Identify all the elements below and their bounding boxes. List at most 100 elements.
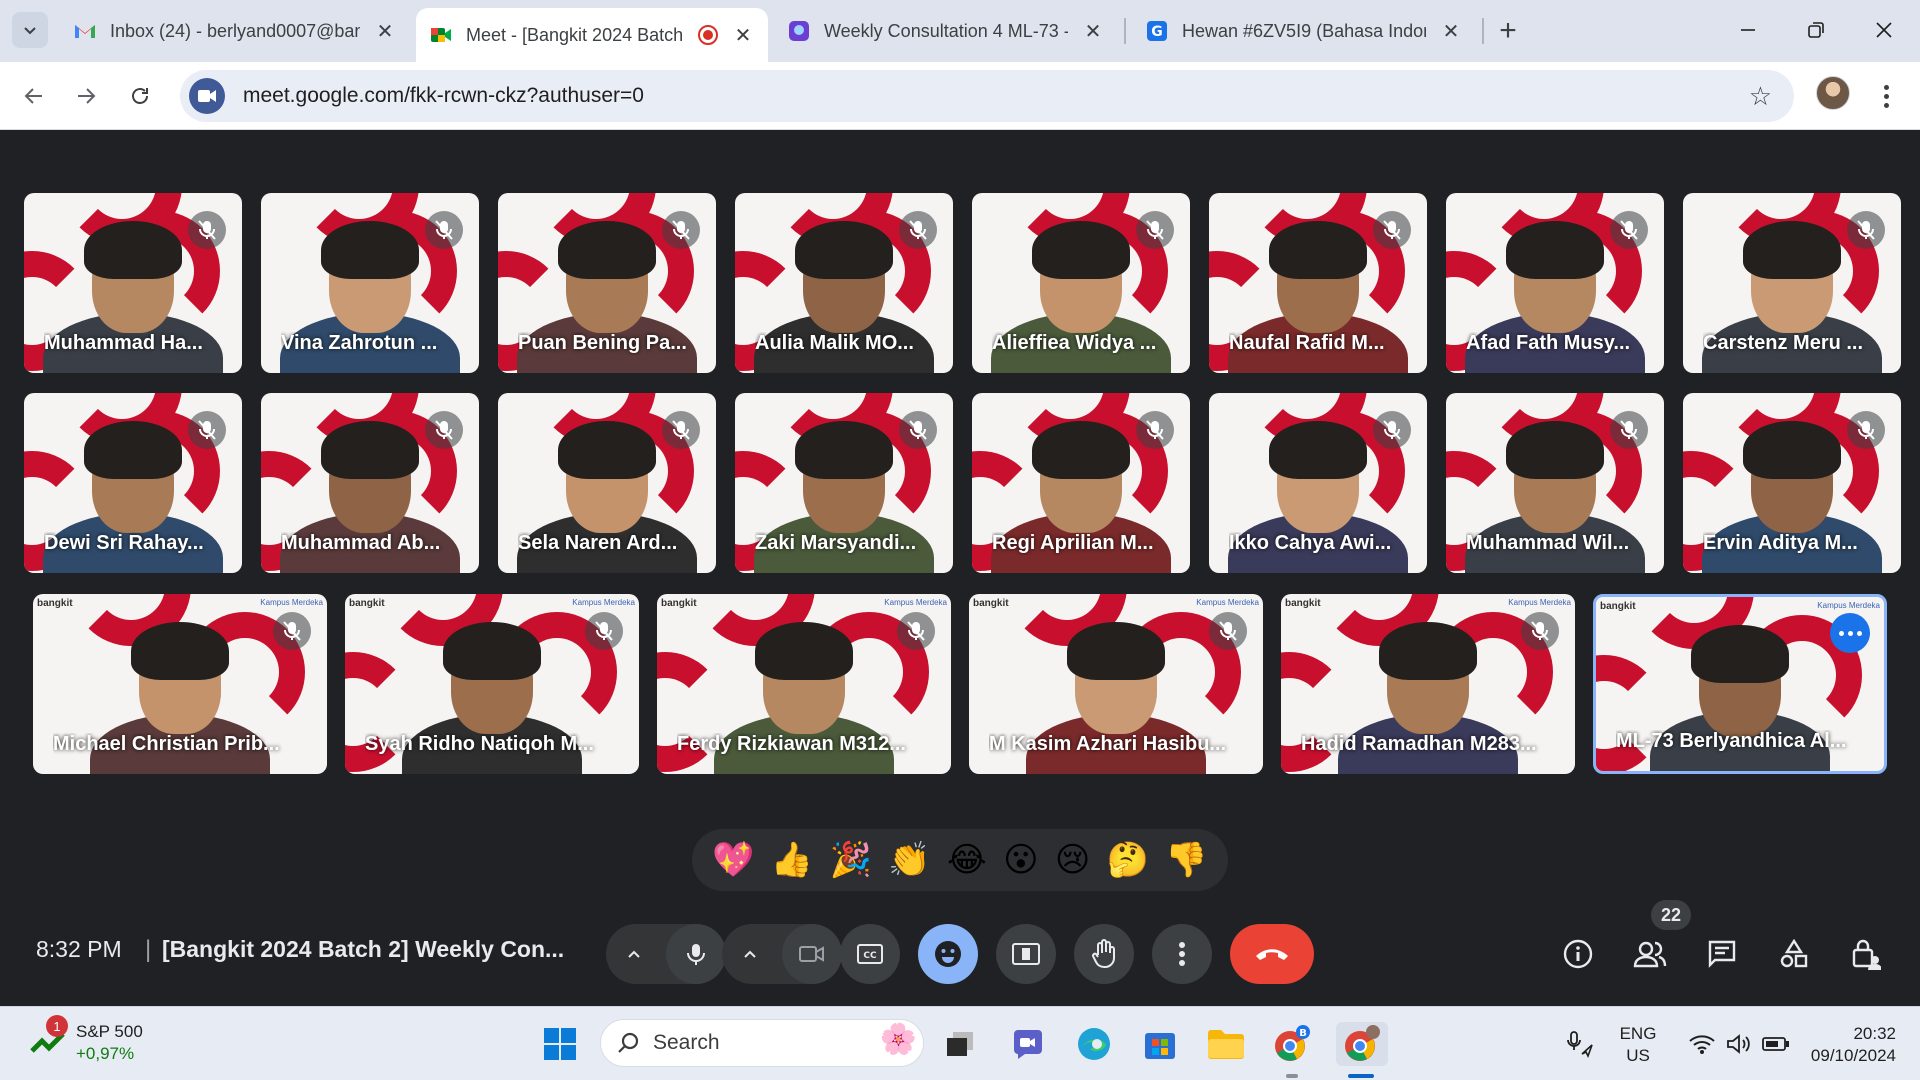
close-window-button[interactable] [1864,12,1904,48]
participant-tile[interactable]: Dewi Sri Rahay... [24,393,242,573]
mic-off-icon [1146,220,1164,240]
participant-tile[interactable]: Naufal Rafid M... [1209,193,1427,373]
participant-tile[interactable]: Alieffiea Widya ... [972,193,1190,373]
restore-button[interactable] [1796,12,1836,48]
forward-arrow-icon [78,88,96,104]
reaction-crying[interactable]: 😢 [1055,840,1090,880]
camera-button[interactable] [782,924,842,984]
more-options-button[interactable] [1152,924,1212,984]
file-explorer-app[interactable] [1204,1022,1248,1066]
new-tab-button[interactable]: + [1490,14,1526,48]
tab-weekly-consultation[interactable]: Weekly Consultation 4 ML-73 - ✕ [774,8,1118,54]
participant-hair [1379,622,1477,680]
participant-tile[interactable]: bangkit Kampus Merdeka Syah Ridho Natiqoh … [345,594,639,774]
teams-app[interactable] [1006,1022,1050,1066]
reaction-thumbs-up[interactable]: 👍 [771,840,813,880]
site-info-icon[interactable] [189,78,225,114]
tab-search-button[interactable] [12,12,48,48]
chrome-app-profile-b[interactable]: B [1270,1022,1314,1066]
host-controls-button[interactable] [1840,928,1892,980]
edge-app[interactable] [1072,1022,1116,1066]
raise-hand-button[interactable] [1074,924,1134,984]
address-bar[interactable]: meet.google.com/fkk-rcwn-ckz?authuser=0 … [180,70,1794,122]
stock-widget[interactable]: 1 S&P 500 +0,97% [28,1015,143,1065]
participant-tile[interactable]: bangkit Kampus Merdeka Ferdy Rizkiawan M31… [657,594,951,774]
participant-tile[interactable]: Muhammad Ha... [24,193,242,373]
participant-tile[interactable]: Muhammad Ab... [261,393,479,573]
meeting-details-button[interactable] [1552,928,1604,980]
muted-indicator [1610,411,1648,449]
people-button[interactable] [1624,928,1676,980]
forward-button[interactable] [66,76,106,116]
tab-meet[interactable]: Meet - [Bangkit 2024 Batch ✕ [416,8,768,62]
captions-button[interactable]: CC [840,924,900,984]
participant-hair [84,221,182,279]
chrome-app-active[interactable] [1336,1022,1388,1066]
participant-tile[interactable]: Afad Fath Musy... [1446,193,1664,373]
self-video-tile[interactable]: bangkit Kampus Merdeka ML-73 Berlyandhica … [1593,594,1887,774]
participant-tile[interactable]: Ervin Aditya M... [1683,393,1901,573]
url-text[interactable]: meet.google.com/fkk-rcwn-ckz?authuser=0 [243,84,644,108]
reaction-sparkling-heart[interactable]: 💖 [712,840,754,880]
activities-button[interactable] [1768,928,1820,980]
participant-tile[interactable]: bangkit Kampus Merdeka Michael Christian P… [33,594,327,774]
meet-icon [430,24,452,46]
meeting-title: [Bangkit 2024 Batch 2] Weekly Con... [162,936,565,962]
reaction-joy[interactable]: 😂 [947,840,987,880]
bookmark-star-icon[interactable]: ☆ [1749,81,1772,112]
microphone-button[interactable] [666,924,726,984]
present-button[interactable] [996,924,1056,984]
notification-badge: 1 [46,1015,68,1037]
participant-tile[interactable]: bangkit Kampus Merdeka Hadid Ramadhan M283… [1281,594,1575,774]
leave-call-button[interactable] [1230,924,1314,984]
reaction-party-popper[interactable]: 🎉 [830,840,872,880]
participant-name: Regi Aprilian M... [992,532,1154,554]
bangkit-logo: bangkit [1600,601,1636,612]
video-settings-chevron-icon[interactable] [738,942,762,966]
minimize-button[interactable] [1728,12,1768,48]
profile-avatar[interactable] [1816,76,1850,110]
participant-tile[interactable]: Zaki Marsyandi... [735,393,953,573]
close-icon[interactable]: ✕ [732,23,754,48]
participant-name: Carstenz Meru ... [1703,332,1864,354]
reaction-thumbs-down[interactable]: 👎 [1165,840,1207,880]
mic-off-icon [909,220,927,240]
participant-tile[interactable]: Puan Bening Pa... [498,193,716,373]
back-button[interactable] [14,76,54,116]
reaction-surprised[interactable]: 😮 [1003,840,1038,880]
participant-name: Puan Bening Pa... [518,332,687,354]
chrome-icon [1345,1025,1380,1061]
chat-button[interactable] [1696,928,1748,980]
participant-tile[interactable]: Vina Zahrotun ... [261,193,479,373]
reaction-thinking[interactable]: 🤔 [1107,840,1149,880]
start-button[interactable] [538,1022,582,1066]
shapes-icon [1780,939,1808,968]
system-tray-quick-settings[interactable] [1674,1022,1804,1066]
participant-tile[interactable]: bangkit Kampus Merdeka M Kasim Azhari Hasi… [969,594,1263,774]
tab-hewan[interactable]: G Hewan #6ZV5I9 (Bahasa Indone ✕ [1132,8,1476,54]
participant-tile[interactable]: Ikko Cahya Awi... [1209,393,1427,573]
participant-tile[interactable]: Regi Aprilian M... [972,393,1190,573]
emoji-reactions-button[interactable] [918,924,978,984]
participant-tile[interactable]: Sela Naren Ard... [498,393,716,573]
reaction-clap[interactable]: 👏 [888,840,930,880]
taskbar-search-box[interactable]: Search 🌸 [600,1019,924,1067]
participant-tile[interactable]: Carstenz Meru ... [1683,193,1901,373]
microphone-in-use-indicator[interactable] [1558,1022,1602,1066]
close-icon[interactable]: ✕ [374,19,396,44]
store-app[interactable] [1138,1022,1182,1066]
close-icon[interactable]: ✕ [1082,19,1104,44]
tile-more-options-button[interactable] [1830,613,1870,653]
participant-tile[interactable]: Muhammad Wil... [1446,393,1664,573]
reload-button[interactable] [120,76,160,116]
tab-inbox[interactable]: Inbox (24) - berlyand0007@ban ✕ [60,8,410,54]
clock-time: 20:32 [1853,1024,1896,1043]
participant-tile[interactable]: Aulia Malik MO... [735,193,953,373]
taskbar-clock[interactable]: 20:32 09/10/2024 [1796,1023,1896,1067]
input-language[interactable]: ENG US [1612,1023,1664,1067]
browser-menu-icon[interactable] [1874,76,1898,116]
task-view-button[interactable] [938,1022,982,1066]
participant-hair [131,622,229,680]
close-icon[interactable]: ✕ [1440,19,1462,44]
audio-settings-chevron-icon[interactable] [622,942,646,966]
